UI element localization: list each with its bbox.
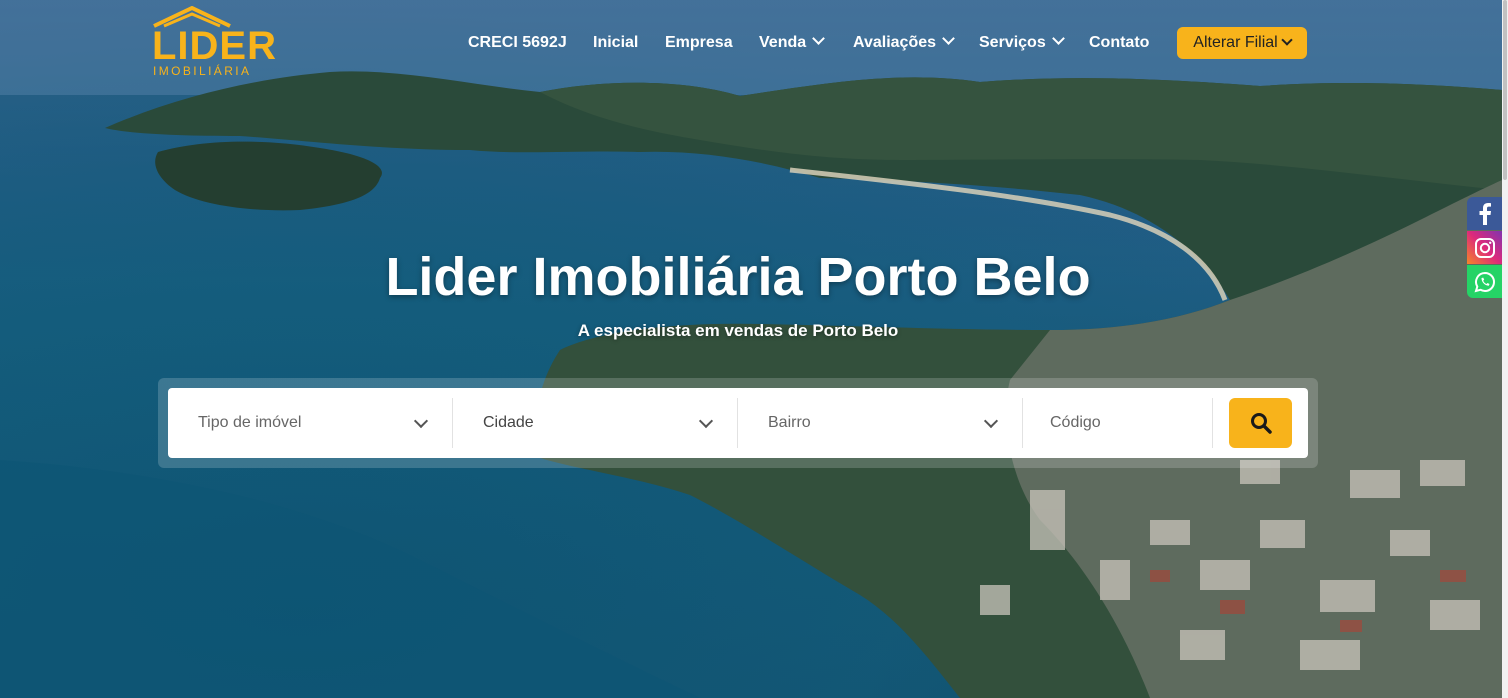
property-type-label: Tipo de imóvel — [198, 414, 302, 431]
nav-creci-label: CRECI 5692J — [468, 34, 567, 51]
neighborhood-select[interactable]: Bairro — [738, 388, 1022, 458]
lider-logo[interactable]: LIDER IMOBILIÁRIA — [150, 6, 276, 80]
hero-title: Lider Imobiliária Porto Belo — [385, 247, 1091, 307]
nav-venda[interactable]: Venda — [759, 26, 826, 60]
code-placeholder: Código — [1050, 414, 1101, 431]
chevron-down-icon — [942, 32, 955, 45]
chevron-down-icon — [983, 413, 999, 429]
change-branch-label: Alterar Filial — [1193, 34, 1278, 51]
logo-tagline: IMOBILIÁRIA — [153, 64, 252, 78]
chevron-down-icon — [413, 413, 429, 429]
hero-background — [0, 0, 1502, 698]
nav-avaliacoes[interactable]: Avaliações — [853, 26, 955, 60]
facebook-link[interactable] — [1467, 197, 1502, 230]
nav-contato[interactable]: Contato — [1089, 26, 1149, 60]
city-label: Cidade — [483, 414, 534, 431]
search-icon — [1250, 413, 1272, 434]
hero-subtitle: A especialista em vendas de Porto Belo — [577, 321, 899, 340]
nav-inicial[interactable]: Inicial — [593, 26, 638, 60]
search-button[interactable] — [1229, 398, 1292, 448]
nav-avaliacoes-label: Avaliações — [853, 34, 937, 51]
instagram-icon — [1474, 237, 1495, 258]
nav-inicial-label: Inicial — [593, 34, 639, 51]
nav-venda-label: Venda — [759, 34, 807, 51]
change-branch-button[interactable]: Alterar Filial — [1177, 27, 1307, 59]
chevron-down-icon — [698, 413, 714, 429]
nav-servicos-label: Serviços — [979, 34, 1046, 51]
scrollbar-thumb[interactable] — [1503, 0, 1507, 180]
property-type-select[interactable]: Tipo de imóvel — [168, 388, 452, 458]
field-divider — [1212, 398, 1213, 448]
nav-empresa[interactable]: Empresa — [665, 26, 733, 60]
chevron-down-icon — [1051, 32, 1065, 45]
chevron-down-icon — [1281, 34, 1293, 46]
city-select[interactable]: Cidade — [453, 388, 737, 458]
property-search-form: Tipo de imóvel Cidade Bairro Código — [168, 388, 1308, 458]
nav-empresa-label: Empresa — [665, 34, 733, 51]
nav-creci[interactable]: CRECI 5692J — [468, 26, 567, 60]
neighborhood-label: Bairro — [768, 414, 811, 431]
coastline-image — [0, 0, 1502, 698]
nav-servicos[interactable]: Serviços — [979, 26, 1065, 60]
code-input[interactable]: Código — [1023, 388, 1213, 458]
page-scrollbar[interactable] — [1502, 0, 1508, 698]
whatsapp-icon — [1474, 271, 1495, 292]
logo-wordmark: LIDER — [152, 24, 277, 68]
chevron-down-icon — [812, 32, 826, 45]
nav-contato-label: Contato — [1089, 34, 1150, 51]
facebook-icon — [1479, 202, 1491, 225]
